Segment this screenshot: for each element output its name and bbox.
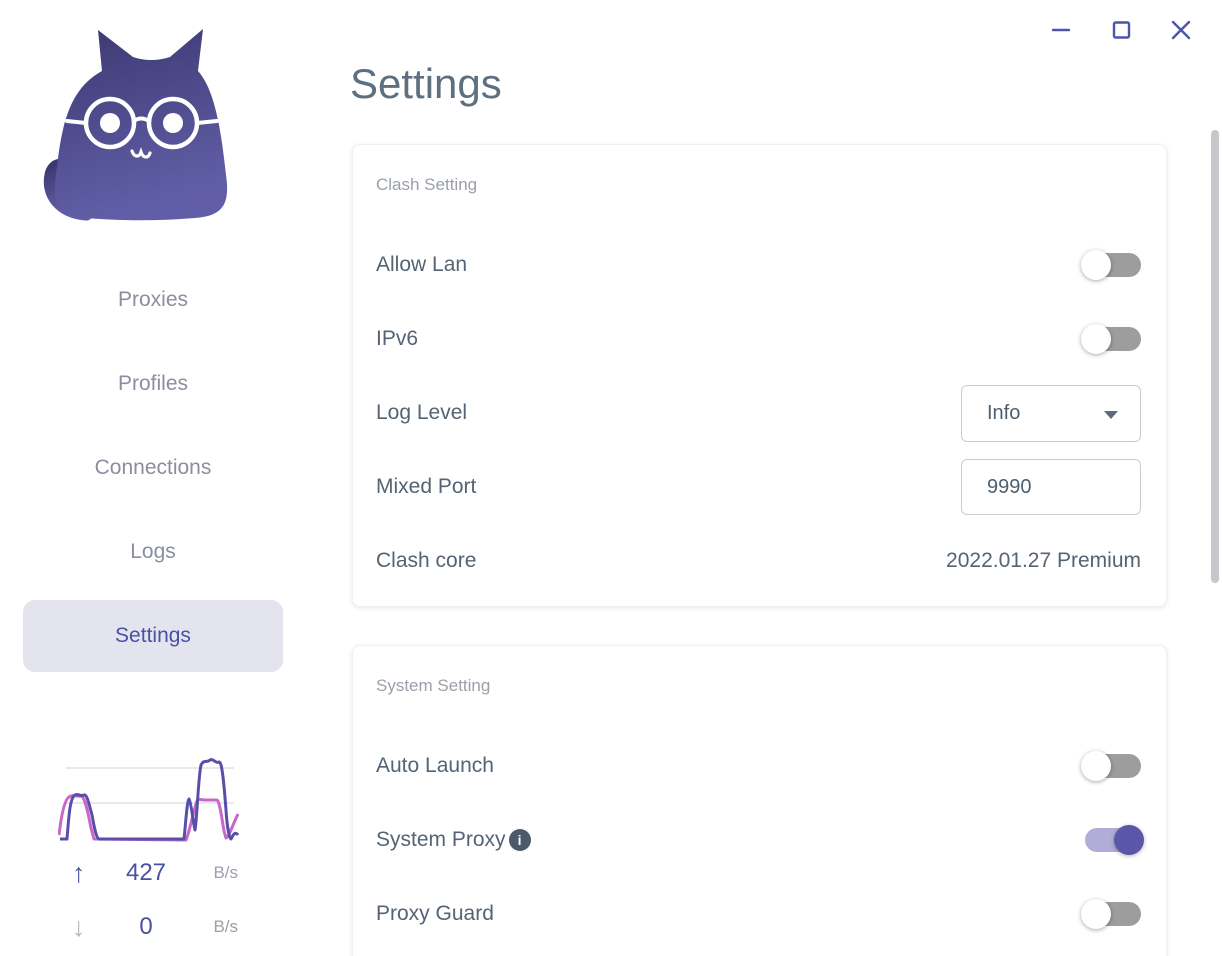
clash-core-label: Clash core (376, 549, 477, 572)
toggle-knob (1114, 825, 1144, 855)
log-level-label: Log Level (376, 401, 468, 424)
upload-arrow-icon: ↑ (72, 857, 86, 888)
auto-launch-toggle[interactable] (1081, 751, 1141, 781)
upload-stat-row: ↑ 427 B/s (58, 846, 238, 900)
log-level-selected-value: Info (987, 401, 1021, 424)
mixed-port-input[interactable] (961, 459, 1141, 515)
clash-core-version: 2022.01.27 Premium (946, 549, 1141, 572)
system-proxy-row: System Proxy i (376, 803, 1144, 877)
ipv6-row: IPv6 (376, 302, 1141, 376)
log-level-row: Log Level Info (376, 376, 1141, 450)
system-proxy-toggle[interactable] (1081, 825, 1144, 855)
close-icon[interactable] (1170, 19, 1192, 41)
upload-speed-unit: B/s (213, 863, 238, 882)
section-title-clash-setting: Clash Setting (376, 175, 478, 194)
upload-speed-value: 427 (125, 859, 167, 886)
sidebar-item-connections[interactable]: Connections (23, 432, 283, 504)
app-window: Proxies Profiles Connections Logs Settin… (0, 0, 1222, 956)
sidebar-nav: Proxies Profiles Connections Logs Settin… (23, 264, 283, 672)
section-title-system-setting: System Setting (376, 676, 491, 695)
log-level-select[interactable]: Info (961, 384, 1141, 442)
auto-launch-row: Auto Launch (376, 729, 1141, 803)
traffic-sparkline-chart (58, 758, 240, 842)
download-arrow-icon: ↓ (72, 911, 86, 942)
sidebar-item-settings[interactable]: Settings (23, 600, 283, 672)
maximize-icon[interactable] (1110, 19, 1132, 41)
mixed-port-label: Mixed Port (376, 475, 477, 498)
system-setting-card: System Setting Auto Launch System Proxy … (352, 645, 1167, 956)
allow-lan-toggle[interactable] (1081, 250, 1141, 280)
toggle-knob (1081, 250, 1111, 280)
allow-lan-row: Allow Lan (376, 228, 1141, 302)
sidebar-item-proxies[interactable]: Proxies (23, 264, 283, 336)
minimize-icon[interactable] (1050, 19, 1072, 41)
clash-setting-card: Clash Setting Allow Lan IPv6 Log Level I… (352, 144, 1167, 607)
info-icon[interactable]: i (508, 829, 531, 851)
sidebar-item-profiles[interactable]: Profiles (23, 348, 283, 420)
toggle-knob (1081, 899, 1111, 929)
sidebar: Proxies Profiles Connections Logs Settin… (0, 0, 300, 956)
clash-core-row: Clash core 2022.01.27 Premium (376, 524, 1141, 598)
ipv6-toggle[interactable] (1081, 324, 1141, 354)
system-proxy-label-text: System Proxy (376, 828, 506, 851)
sidebar-item-logs[interactable]: Logs (23, 516, 283, 588)
proxy-guard-toggle[interactable] (1081, 899, 1141, 929)
system-proxy-label: System Proxy i (376, 828, 531, 852)
proxy-guard-row: Proxy Guard (376, 877, 1141, 951)
scrollbar-thumb[interactable] (1211, 130, 1219, 583)
ipv6-label: IPv6 (376, 327, 419, 350)
download-speed-value: 0 (139, 913, 153, 940)
chevron-down-icon (1104, 410, 1118, 419)
toggle-knob (1081, 751, 1111, 781)
mixed-port-row: Mixed Port (376, 450, 1141, 524)
allow-lan-label: Allow Lan (376, 253, 468, 276)
proxy-guard-label: Proxy Guard (376, 902, 494, 925)
page-title: Settings (350, 60, 502, 107)
auto-launch-label: Auto Launch (376, 754, 494, 777)
clash-cat-logo (43, 29, 228, 221)
download-speed-unit: B/s (213, 917, 238, 936)
download-stat-row: ↓ 0 B/s (58, 900, 238, 954)
traffic-stats: ↑ 427 B/s ↓ 0 B/s (58, 846, 238, 954)
window-controls (1050, 19, 1192, 41)
toggle-knob (1081, 324, 1111, 354)
